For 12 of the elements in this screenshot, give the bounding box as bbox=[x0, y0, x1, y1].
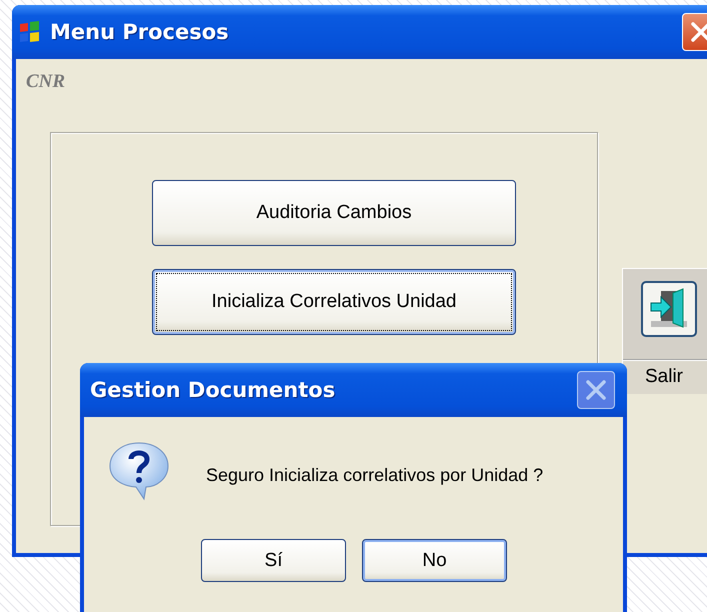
dialog-button[interactable]: No bbox=[362, 539, 507, 582]
menu-button[interactable]: Auditoria Cambios bbox=[152, 180, 516, 246]
close-icon bbox=[584, 378, 608, 402]
dialog-message: Seguro Inicializa correlativos por Unidad ? bbox=[206, 464, 544, 486]
exit-button[interactable] bbox=[641, 281, 697, 337]
exit-label: Salir bbox=[623, 359, 707, 394]
close-icon bbox=[689, 20, 707, 44]
window-title: Menu Procesos bbox=[50, 20, 230, 44]
company-label: CNR bbox=[26, 71, 66, 93]
dialog-button[interactable]: Sí bbox=[201, 539, 346, 582]
dialog-title: Gestion Documentos bbox=[89, 378, 336, 402]
menu-button[interactable]: Inicializa Correlativos Unidad bbox=[152, 269, 516, 335]
